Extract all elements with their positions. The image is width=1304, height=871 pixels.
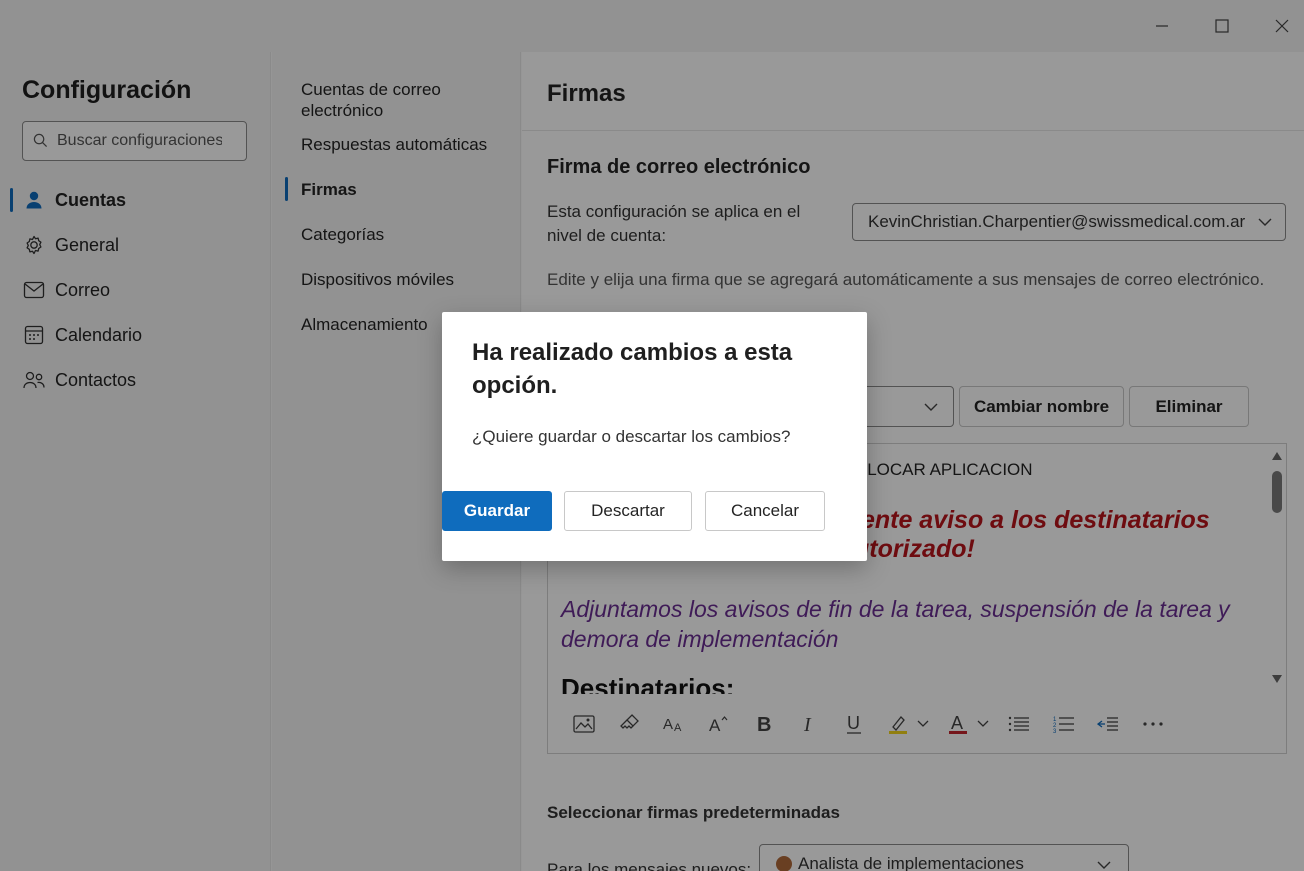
discard-button[interactable]: Descartar [564, 491, 692, 531]
dialog-message: ¿Quiere guardar o descartar los cambios? [472, 427, 791, 446]
cancel-button[interactable]: Cancelar [705, 491, 825, 531]
save-button[interactable]: Guardar [442, 491, 552, 531]
dialog-title: Ha realizado cambios a esta opción. [472, 339, 793, 399]
unsaved-changes-dialog: Ha realizado cambios a esta opción. ¿Qui… [442, 312, 867, 561]
